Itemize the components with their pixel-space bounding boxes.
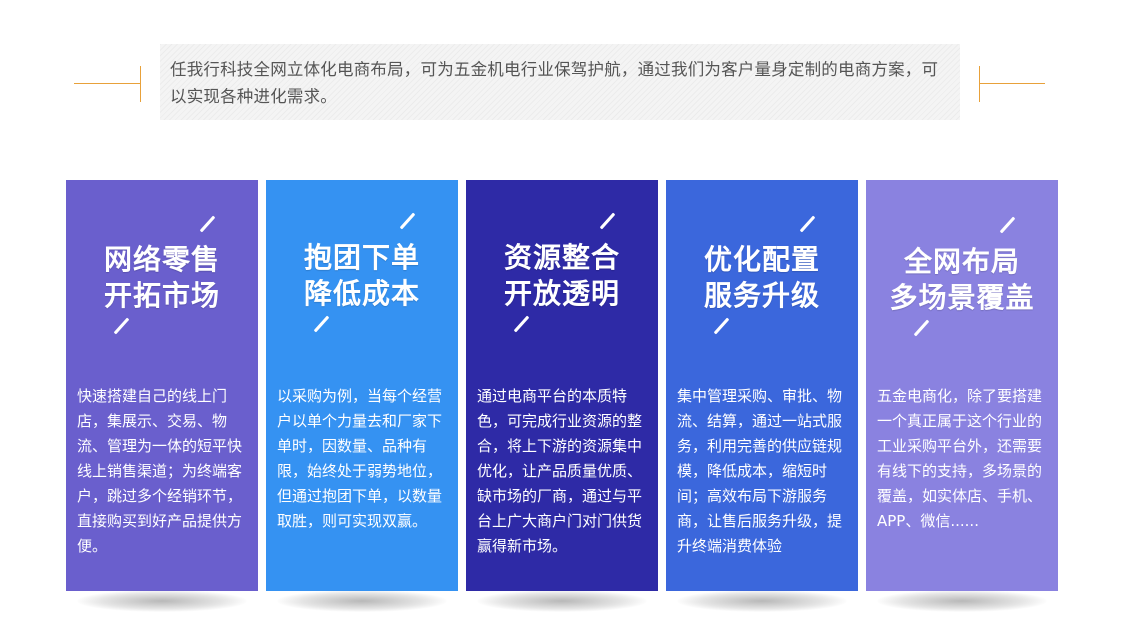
slash-decoration-bottom xyxy=(113,317,130,335)
slash-decoration-top xyxy=(399,212,416,230)
feature-card-optimized-allocation: 优化配置 服务升级 集中管理采购、审批、物流、结算，通过一站式服务，利用完善的供… xyxy=(666,180,858,591)
slash-decoration-bottom xyxy=(513,315,530,333)
slash-decoration-bottom xyxy=(913,319,930,337)
feature-card-group-order: 抱团下单 降低成本 以采购为例，当每个经营户以单个力量去和厂家下单时，因数量、品… xyxy=(266,180,458,591)
intro-right-tick xyxy=(979,66,980,102)
card-title-line1: 优化配置 xyxy=(703,243,820,276)
card-description: 以采购为例，当每个经营户以单个力量去和厂家下单时，因数量、品种有限，始终处于弱势… xyxy=(277,387,443,530)
feature-card-online-retail: 网络零售 开拓市场 快速搭建自己的线上门店，集展示、交易、物流、管理为一体的短平… xyxy=(66,180,258,591)
intro-left-tick xyxy=(140,66,141,102)
card-title-line1: 全网布局 xyxy=(903,245,1020,278)
card-title: 优化配置 服务升级 xyxy=(666,242,858,314)
slash-decoration-bottom xyxy=(713,317,730,335)
card-title-line2: 服务升级 xyxy=(703,279,820,312)
card-description: 集中管理采购、审批、物流、结算，通过一站式服务，利用完善的供应链规模，降低成本，… xyxy=(677,387,843,555)
feature-card-omnichannel-layout: 全网布局 多场景覆盖 五金电商化，除了要搭建一个真正属于这个行业的工业采购平台外… xyxy=(866,180,1058,591)
card-shadow xyxy=(477,590,647,612)
slash-decoration-top xyxy=(199,215,216,233)
card-title-line1: 资源整合 xyxy=(503,241,620,274)
card-title-line1: 网络零售 xyxy=(103,243,220,276)
intro-left-line xyxy=(74,83,140,84)
card-shadow xyxy=(877,590,1047,612)
card-title-line2: 开拓市场 xyxy=(103,279,220,312)
slash-decoration-bottom xyxy=(313,315,330,333)
slash-decoration-top xyxy=(799,215,816,233)
card-shadow xyxy=(77,590,247,612)
card-title-line2: 开放透明 xyxy=(503,277,620,310)
card-description: 快速搭建自己的线上门店，集展示、交易、物流、管理为一体的短平快线上销售渠道；为终… xyxy=(77,387,243,555)
card-shadow xyxy=(677,590,847,612)
card-description: 通过电商平台的本质特色，可完成行业资源的整合，将上下游的资源集中优化，让产品质量… xyxy=(477,387,643,555)
card-title-line2: 多场景覆盖 xyxy=(889,281,1035,314)
card-title: 资源整合 开放透明 xyxy=(466,240,658,312)
card-description: 五金电商化，除了要搭建一个真正属于这个行业的工业采购平台外，还需要有线下的支持，… xyxy=(877,387,1043,530)
feature-card-resource-integration: 资源整合 开放透明 通过电商平台的本质特色，可完成行业资源的整合，将上下游的资源… xyxy=(466,180,658,591)
intro-text: 任我行科技全网立体化电商布局，可为五金机电行业保驾护航，通过我们为客户量身定制的… xyxy=(160,44,960,120)
intro-right-line xyxy=(979,83,1045,84)
card-title: 网络零售 开拓市场 xyxy=(66,242,258,314)
card-title-line2: 降低成本 xyxy=(303,277,420,310)
card-shadow xyxy=(277,590,447,612)
slash-decoration-top xyxy=(999,216,1016,234)
slash-decoration-top xyxy=(599,212,616,230)
card-title: 全网布局 多场景覆盖 xyxy=(866,244,1058,316)
card-title: 抱团下单 降低成本 xyxy=(266,240,458,312)
card-title-line1: 抱团下单 xyxy=(303,241,420,274)
